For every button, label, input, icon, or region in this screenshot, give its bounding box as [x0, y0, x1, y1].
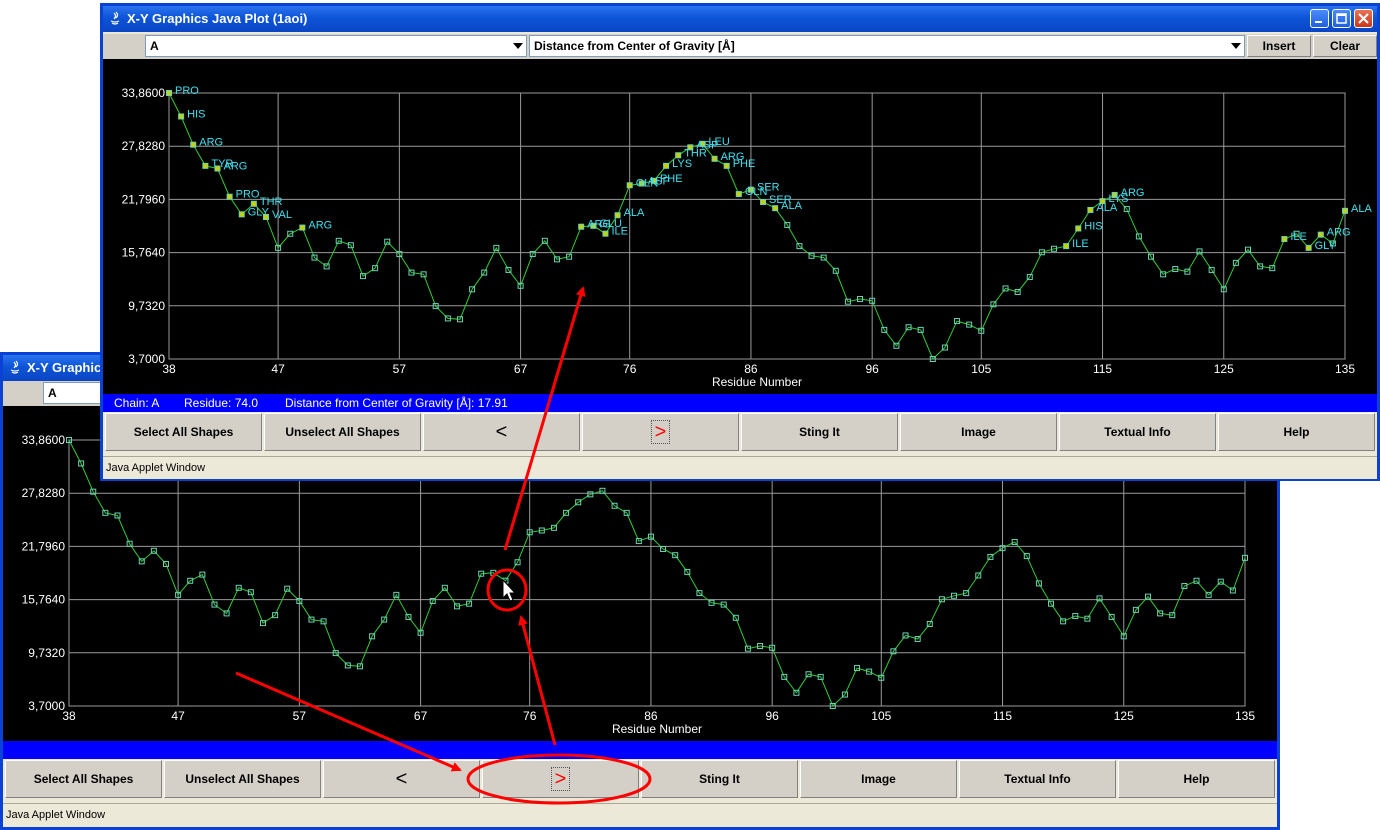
highlight-circle-next-button: [466, 753, 652, 805]
arrow-to-point: [518, 615, 557, 746]
arrow-to-front-plot: [503, 286, 586, 551]
mouse-cursor-icon: [502, 578, 517, 602]
arrow-to-next-button: [235, 671, 462, 772]
annotation-overlay: [235, 286, 652, 805]
